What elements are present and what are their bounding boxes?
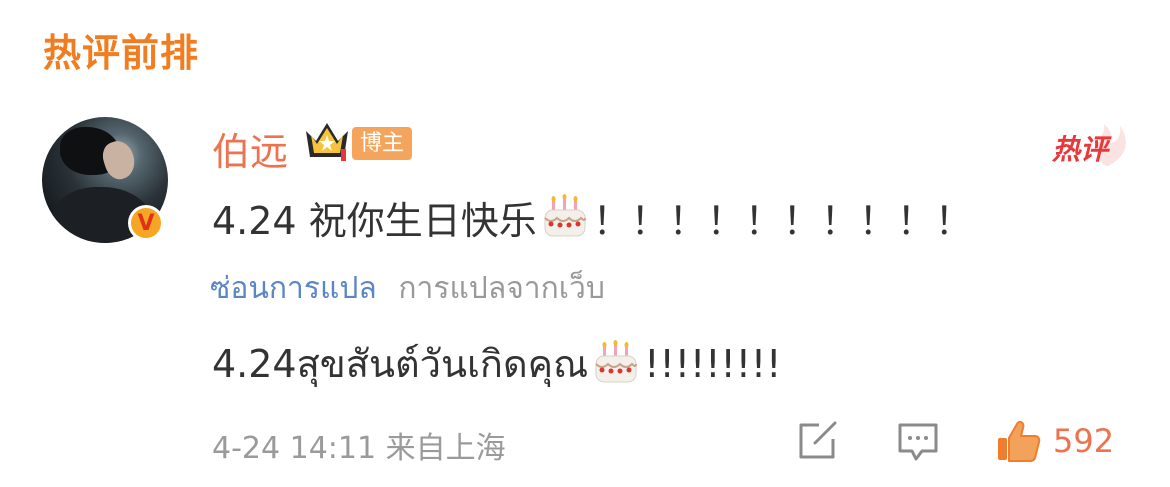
username[interactable]: 伯远 [212, 121, 288, 176]
comment-text: 4.24 祝你生日快乐 ！！！！！！！！！！ [212, 190, 973, 245]
host-badge: 博主 [352, 127, 413, 160]
comment-icon[interactable] [896, 421, 940, 463]
timestamp: 4-24 14:11 [212, 431, 377, 466]
translation-bar: ซ่อนการแปล การแปลจากเว็บ [210, 265, 605, 312]
translated-text: 4.24สุขสันต์วันเกิดคุณ !!!!!!!!! [212, 333, 781, 394]
hot-label: 热评 [1052, 133, 1109, 166]
comment-meta: 4-24 14:11 来自上海 [212, 423, 506, 467]
comment-text-main: 4.24 祝你生日快乐 [212, 199, 537, 243]
verified-badge-icon: V [128, 205, 164, 241]
hot-comment-badge: 热评 [1050, 122, 1130, 170]
thumbs-up-icon[interactable] [995, 418, 1041, 464]
birthday-cake-icon [543, 193, 586, 236]
share-icon[interactable] [795, 421, 839, 461]
comment-text-exclaims: ！！！！！！！！！！ [592, 199, 973, 243]
translated-text-main: 4.24สุขสันต์วันเกิดคุณ [212, 342, 589, 386]
like-count: 592 [1053, 422, 1115, 460]
birthday-cake-icon [595, 339, 638, 382]
translated-text-exclaims: !!!!!!!!! [644, 341, 782, 386]
like-button[interactable]: 592 [995, 418, 1114, 464]
translation-source: การแปลจากเว็บ [398, 271, 605, 306]
section-title: 热评前排 [43, 31, 200, 75]
hide-translation-link[interactable]: ซ่อนการแปล [210, 271, 377, 306]
crown-icon[interactable] [302, 119, 352, 163]
location: 来自上海 [385, 431, 506, 466]
